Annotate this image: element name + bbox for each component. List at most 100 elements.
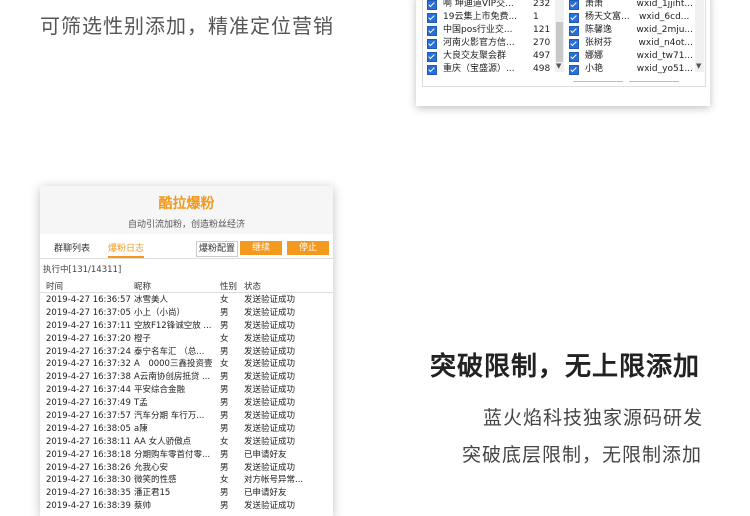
button-edge[interactable] (629, 81, 679, 86)
list-item[interactable]: 杨天文富... wxid_6cd... (569, 11, 693, 24)
scrollbar-thumb[interactable] (556, 22, 563, 62)
checkbox[interactable] (427, 0, 437, 10)
cell-status: 发送验证成功 (244, 462, 296, 473)
config-button[interactable]: 爆粉配置 (196, 241, 238, 257)
list-item[interactable]: 河南火影官方信... 270 (427, 37, 553, 50)
cell-time: 2019-4-27 16:37:05 (46, 307, 131, 318)
cell-gender: 女 (220, 333, 229, 344)
cell-nickname: a陳 (134, 423, 148, 434)
tab-group-list[interactable]: 群聊列表 (54, 241, 90, 254)
cell-nickname: 汽车分期 车行万... (134, 411, 205, 422)
group-member-window: 啊 坤迪道VIP交... 232 19云集上市免费... 1 中国pos行业交.… (416, 0, 710, 106)
cell-gender: 男 (220, 307, 229, 318)
checkbox[interactable] (427, 64, 437, 75)
cell-nickname: A 0000三鑫投资壹 (134, 359, 213, 370)
chevron-down-icon[interactable]: ▼ (556, 62, 561, 70)
member-scrollbar[interactable]: ▼ (695, 0, 704, 72)
list-item[interactable]: 小艳 wxid_yo51... (569, 63, 693, 76)
cell-gender: 男 (220, 501, 229, 512)
cell-nickname: 平安综合金融 (134, 385, 186, 396)
list-item[interactable]: 大良交友聚会群 497 (427, 50, 553, 63)
table-row[interactable]: 2019-4-27 16:38:26 允我心安 男 发送验证成功 (40, 462, 333, 475)
checkbox[interactable] (569, 38, 579, 49)
list-item[interactable]: 娜娜 wxid_tw71... (569, 50, 693, 63)
list-item[interactable]: 啊 坤迪道VIP交... 232 (427, 0, 553, 11)
checkbox[interactable] (569, 12, 579, 23)
table-row[interactable]: 2019-4-27 16:37:32 A 0000三鑫投资壹女 发送验证成功 (40, 358, 333, 371)
cell-nickname: 分期购车零首付零... (134, 449, 211, 460)
cell-gender: 男 (220, 423, 229, 434)
list-item[interactable]: 重庆（宝盛源）... 498 (427, 63, 553, 76)
stop-button[interactable]: 停止 (287, 241, 329, 255)
button-edge[interactable] (573, 81, 623, 86)
cell-gender: 女 (220, 436, 229, 447)
table-row[interactable]: 2019-4-27 16:37:05 小上（小尚） 男 发送验证成功 (40, 307, 333, 320)
checkbox[interactable] (427, 25, 437, 36)
table-row[interactable]: 2019-4-27 16:38:05 a陳 男 发送验证成功 (40, 423, 333, 436)
checkbox[interactable] (427, 51, 437, 62)
cell-gender: 男 (220, 449, 229, 460)
app-header: 酷拉爆粉 自动引流加粉，创造粉丝经济 (40, 186, 333, 234)
cell-nickname: T孟 (134, 398, 148, 409)
column-status[interactable]: 状态 (244, 280, 261, 292)
continue-button[interactable]: 继续 (240, 241, 282, 255)
table-row[interactable]: 2019-4-27 16:37:57 汽车分期 车行万... 男 发送验证成功 (40, 410, 333, 423)
cell-time: 2019-4-27 16:36:57 (46, 295, 131, 305)
cell-status: 发送验证成功 (244, 295, 296, 305)
cell-status: 已申请好友 (244, 488, 287, 499)
table-row[interactable]: 2019-4-27 16:36:57 冰雪美人 女 发送验证成功 (40, 294, 333, 307)
app-subtitle: 自动引流加粉，创造粉丝经济 (127, 220, 245, 230)
column-time[interactable]: 时间 (46, 280, 63, 292)
checkbox[interactable] (569, 64, 579, 75)
list-item[interactable]: 萧萧 wxid_1jjiht... (569, 0, 693, 11)
list-item[interactable]: 陈馨逸 wxid_2mju... (569, 24, 693, 37)
cell-status: 对方帐号异常... (244, 475, 304, 486)
cell-status: 发送验证成功 (244, 346, 296, 357)
cell-time: 2019-4-27 16:37:11 (46, 320, 131, 331)
table-row[interactable]: 2019-4-27 16:38:39 蔡帅 男 发送验证成功 (40, 500, 333, 513)
cell-status: 发送验证成功 (244, 372, 296, 383)
cell-status: 已申请好友 (244, 449, 287, 460)
checkbox[interactable] (427, 38, 437, 49)
table-row[interactable]: 2019-4-27 16:37:49 T孟 男 发送验证成功 (40, 397, 333, 410)
cell-gender: 男 (220, 488, 229, 499)
tab-fan-log[interactable]: 爆粉日志 (108, 241, 145, 258)
checkbox[interactable] (569, 51, 579, 62)
table-row[interactable]: 2019-4-27 16:37:44 平安综合金融 男 发送验证成功 (40, 384, 333, 397)
status-text: 执行中[131/14311] (43, 265, 122, 275)
cell-status: 发送验证成功 (244, 307, 296, 318)
table-row[interactable]: 2019-4-27 16:37:38 A云南协创房抵贷 ... 男 发送验证成功 (40, 371, 333, 384)
table-row[interactable]: 2019-4-27 16:38:11 AA 女人骄傲点 女 发送验证成功 (40, 436, 333, 449)
cell-time: 2019-4-27 16:38:35 (46, 488, 131, 499)
cell-nickname: 橙子 (134, 333, 152, 344)
cell-nickname: AA 女人骄傲点 (134, 436, 192, 447)
table-row[interactable]: 2019-4-27 16:38:30 微笑的性感 女 对方帐号异常... (40, 474, 333, 487)
column-nickname[interactable]: 昵称 (134, 280, 151, 292)
checkbox[interactable] (569, 0, 579, 10)
list-item[interactable]: 张树芬 wxid_n4ot... (569, 37, 693, 50)
checkbox[interactable] (427, 12, 437, 23)
cell-status: 发送验证成功 (244, 398, 296, 409)
table-row[interactable]: 2019-4-27 16:37:20 橙子 女 发送验证成功 (40, 333, 333, 346)
cell-time: 2019-4-27 16:37:44 (46, 385, 131, 396)
list-item[interactable]: 中国pos行业交... 121 (427, 24, 553, 37)
table-row[interactable]: 2019-4-27 16:37:24 泰宁名车汇 （总... 男 发送验证成功 (40, 346, 333, 359)
cell-time: 2019-4-27 16:38:05 (46, 423, 131, 434)
group-scrollbar[interactable]: ▼ (555, 0, 564, 72)
cell-status: 发送验证成功 (244, 423, 296, 434)
table-row[interactable]: 2019-4-27 16:38:35 潘正君15 男 已申请好友 (40, 487, 333, 500)
cell-gender: 男 (220, 398, 229, 409)
checkbox[interactable] (569, 25, 579, 36)
cell-time: 2019-4-27 16:37:38 (46, 372, 131, 383)
cell-status: 发送验证成功 (244, 436, 296, 447)
list-item[interactable]: 19云集上市免费... 1 (427, 11, 553, 24)
table-row[interactable]: 2019-4-27 16:37:11 空放F12锋诚空放 ... 男 发送验证成功 (40, 320, 333, 333)
cell-gender: 男 (220, 462, 229, 473)
cell-time: 2019-4-27 16:37:32 (46, 359, 131, 370)
column-gender[interactable]: 性别 (220, 280, 237, 292)
chevron-down-icon[interactable]: ▼ (696, 62, 701, 70)
cell-time: 2019-4-27 16:38:39 (46, 501, 131, 512)
cell-nickname: 潘正君15 (134, 488, 171, 499)
table-row[interactable]: 2019-4-27 16:38:18 分期购车零首付零... 男 已申请好友 (40, 449, 333, 462)
cell-gender: 男 (220, 411, 229, 422)
